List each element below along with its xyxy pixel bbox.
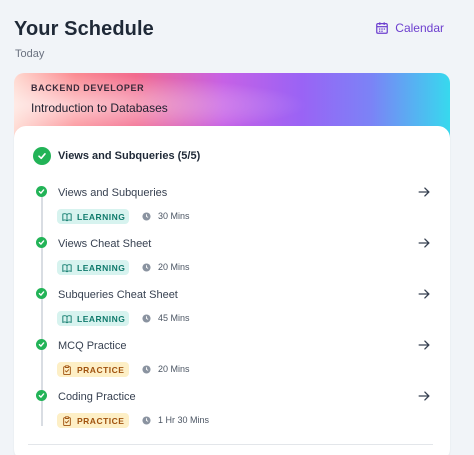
date-label: Today [15,48,45,60]
schedule-item[interactable]: Views Cheat Sheet LEARNING 20 Mins [14,237,450,285]
module-card: Views and Subqueries (5/5) Views and Sub… [14,126,450,455]
check-icon [36,390,47,401]
module-title: Views and Subqueries (5/5) [58,150,201,162]
type-label: PRACTICE [77,364,125,375]
type-badge: LEARNING [57,311,129,326]
type-badge: LEARNING [57,260,129,275]
item-title: Subqueries Cheat Sheet [58,289,178,301]
divider [28,444,433,445]
arrow-right-icon[interactable] [417,287,431,301]
duration-label: 20 Mins [158,364,190,374]
clock-icon [142,364,151,374]
clipboard-icon [63,364,71,375]
schedule-item[interactable]: MCQ Practice PRACTICE 20 Mins [14,339,450,387]
check-icon [36,339,47,350]
clock-icon [142,415,151,425]
arrow-right-icon[interactable] [417,389,431,403]
schedule-header: Your Schedule Calendar [14,18,444,46]
duration: 20 Mins [142,262,190,272]
item-title: MCQ Practice [58,340,127,352]
book-icon [62,263,72,272]
duration-label: 30 Mins [158,211,190,221]
duration-label: 45 Mins [158,313,190,323]
schedule-item[interactable]: Views and Subqueries LEARNING 30 Mins [14,186,450,234]
calendar-link-label: Calendar [395,21,444,35]
schedule-item[interactable]: Subqueries Cheat Sheet LEARNING 45 Mins [14,288,450,336]
clipboard-icon [63,415,71,426]
book-icon [62,314,72,323]
clock-icon [142,262,151,272]
clock-icon [142,211,151,221]
type-label: LEARNING [77,211,126,222]
duration: 30 Mins [142,211,190,221]
arrow-right-icon[interactable] [417,185,431,199]
check-icon [36,237,47,248]
calendar-link[interactable]: Calendar [375,21,444,35]
clock-icon [142,313,151,323]
item-title: Coding Practice [58,391,136,403]
type-badge: LEARNING [57,209,129,224]
duration: 45 Mins [142,313,190,323]
course-tag: BACKEND DEVELOPER [31,83,145,93]
type-label: LEARNING [77,313,126,324]
check-icon [36,288,47,299]
check-icon [36,186,47,197]
item-title: Views and Subqueries [58,187,168,199]
schedule-item[interactable]: Coding Practice PRACTICE 1 Hr 30 Mins [14,390,450,438]
item-title: Views Cheat Sheet [58,238,152,250]
type-badge: PRACTICE [57,413,129,428]
duration-label: 1 Hr 30 Mins [158,415,210,425]
book-icon [62,212,72,221]
course-title: Introduction to Databases [31,101,168,115]
arrow-right-icon[interactable] [417,236,431,250]
duration: 1 Hr 30 Mins [142,415,209,425]
duration-label: 20 Mins [158,262,190,272]
calendar-icon [376,22,389,34]
type-badge: PRACTICE [57,362,129,377]
type-label: LEARNING [77,262,126,273]
duration: 20 Mins [142,364,190,374]
type-label: PRACTICE [77,415,125,426]
arrow-right-icon[interactable] [417,338,431,352]
check-icon [33,147,51,165]
